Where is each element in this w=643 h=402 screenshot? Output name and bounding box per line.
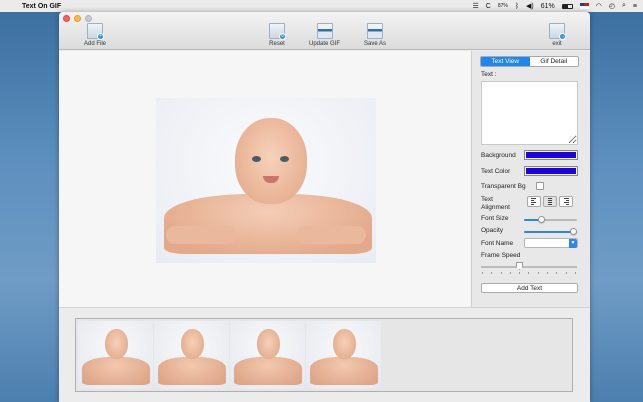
- chevron-down-icon[interactable]: ▼: [569, 239, 577, 248]
- transparent-bg-label: Transparent Bg: [481, 183, 526, 190]
- text-label: Text :: [481, 71, 497, 78]
- menu-lines-icon[interactable]: ☰: [472, 2, 478, 10]
- opacity-label: Opacity: [481, 227, 504, 234]
- settings-panel: Text View Gif Detail Text : Background T…: [471, 51, 590, 307]
- reset-button[interactable]: ↻ Reset: [269, 23, 286, 47]
- frames-area: [59, 307, 590, 402]
- align-center-button[interactable]: [543, 196, 557, 207]
- font-size-label: Font Size: [481, 215, 509, 222]
- frames-strip[interactable]: [75, 318, 573, 392]
- frame-speed-knob[interactable]: [516, 262, 523, 270]
- frame-thumbnail-3[interactable]: [230, 321, 305, 389]
- background-color-swatch: [526, 152, 576, 158]
- menu-bar: Text On GIF ☰ C 87% ᛒ ◀) 61% ◠ ◴ ⌕ ≡: [0, 0, 643, 12]
- font-name-select[interactable]: ▼: [524, 238, 578, 248]
- update-gif-icon: [316, 23, 333, 39]
- exit-icon: →: [549, 23, 566, 40]
- search-icon[interactable]: ⌕: [622, 2, 626, 10]
- app-window: + Add File ↻ Reset Update GIF Save As → …: [59, 12, 590, 402]
- exit-button[interactable]: → exit: [549, 23, 566, 47]
- wifi-icon[interactable]: ◠: [596, 2, 602, 10]
- gif-preview-image[interactable]: [156, 98, 376, 263]
- close-window-button[interactable]: [63, 15, 70, 22]
- app-menu-name[interactable]: Text On GIF: [22, 3, 61, 10]
- zoom-window-button[interactable]: [85, 15, 92, 22]
- frame-thumbnail-1[interactable]: [78, 321, 153, 389]
- add-file-label: Add File: [84, 41, 107, 47]
- tab-text-view[interactable]: Text View: [481, 57, 530, 66]
- reset-label: Reset: [269, 41, 285, 47]
- flag-icon[interactable]: [579, 3, 589, 9]
- toolbar: + Add File ↻ Reset Update GIF Save As → …: [59, 12, 590, 50]
- text-color-label: Text Color: [481, 168, 511, 175]
- view-tabs: Text View Gif Detail: [480, 56, 579, 67]
- save-as-label: Save As: [364, 41, 387, 47]
- update-gif-label: Update GIF: [309, 41, 341, 47]
- preview-baby-left-arm: [166, 226, 236, 244]
- network-stats-icon[interactable]: 87%: [497, 3, 508, 9]
- preview-canvas[interactable]: [59, 51, 471, 307]
- preview-baby-left-eye: [252, 156, 261, 162]
- font-name-label: Font Name: [481, 240, 514, 247]
- battery-icon[interactable]: [561, 3, 573, 9]
- frame-speed-label: Frame Speed: [481, 252, 521, 259]
- exit-label: exit: [552, 41, 562, 47]
- add-file-button[interactable]: + Add File: [84, 23, 106, 47]
- reset-icon: ↻: [269, 23, 286, 40]
- opacity-slider[interactable]: [524, 228, 577, 235]
- font-size-knob[interactable]: [538, 216, 545, 223]
- volume-icon[interactable]: ◀): [526, 2, 534, 10]
- frame-thumbnail-4[interactable]: [306, 321, 381, 389]
- background-label: Background: [481, 152, 516, 159]
- frame-thumbnail-2[interactable]: [154, 321, 229, 389]
- alignment-label-line2: Alignment: [481, 204, 510, 211]
- minimize-window-button[interactable]: [74, 15, 81, 22]
- opacity-knob[interactable]: [570, 228, 577, 235]
- alignment-label-line1: Text: [481, 196, 493, 203]
- alignment-segmented: [527, 196, 573, 207]
- status-area: ☰ C 87% ᛒ ◀) 61% ◠ ◴ ⌕ ≡: [472, 2, 643, 10]
- window-controls: [63, 15, 92, 22]
- tab-gif-detail[interactable]: Gif Detail: [529, 57, 578, 66]
- preview-baby-mouth: [263, 176, 279, 183]
- frame-speed-ticks: [482, 272, 576, 274]
- c-icon[interactable]: C: [486, 3, 491, 10]
- preview-baby-head: [235, 118, 307, 204]
- list-icon[interactable]: ≡: [633, 3, 637, 10]
- align-right-button[interactable]: [559, 196, 573, 207]
- add-file-icon: +: [87, 23, 104, 40]
- save-as-button[interactable]: Save As: [364, 23, 386, 47]
- preview-baby-right-eye: [280, 156, 289, 162]
- text-color-well[interactable]: [524, 166, 578, 176]
- text-input[interactable]: [481, 81, 578, 145]
- background-color-well[interactable]: [524, 150, 578, 160]
- text-color-swatch: [526, 168, 576, 174]
- network-stats-value: 87%: [497, 3, 508, 9]
- time-machine-icon[interactable]: ◴: [609, 2, 615, 10]
- add-text-button[interactable]: Add Text: [481, 283, 578, 293]
- align-left-button[interactable]: [527, 196, 541, 207]
- battery-percent: 61%: [540, 2, 555, 10]
- save-as-icon: [367, 23, 383, 39]
- update-gif-button[interactable]: Update GIF: [309, 23, 340, 47]
- frame-speed-slider[interactable]: [481, 266, 577, 268]
- bluetooth-icon[interactable]: ᛒ: [515, 3, 519, 10]
- transparent-bg-checkbox[interactable]: [536, 182, 544, 190]
- font-size-slider[interactable]: [524, 216, 577, 223]
- preview-baby-right-arm: [296, 226, 366, 244]
